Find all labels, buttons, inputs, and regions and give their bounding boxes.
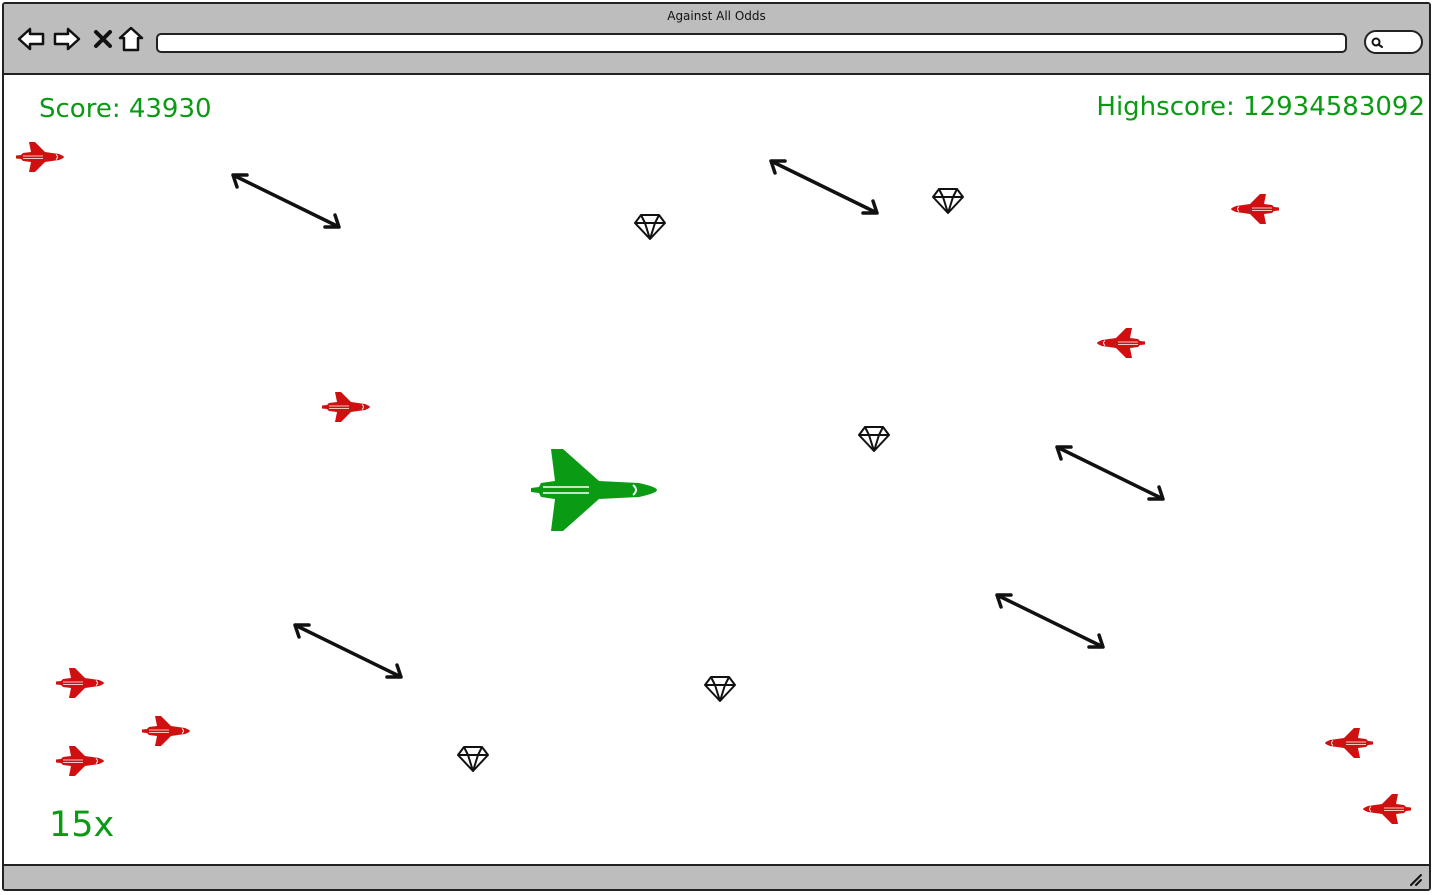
forward-button[interactable]: [52, 24, 82, 54]
browser-window: Against All Odds Score: 43930 Highscore:…: [2, 2, 1431, 891]
enemy-jet-icon: [56, 746, 104, 776]
multiplier-label: 15x: [49, 805, 115, 845]
resize-grip-icon[interactable]: [1407, 871, 1423, 887]
double-arrow-icon: [231, 173, 341, 229]
score-label: Score: 43930: [39, 94, 212, 124]
address-bar[interactable]: [156, 33, 1347, 53]
diamond-icon: [704, 676, 736, 702]
stop-button[interactable]: [88, 24, 118, 54]
enemy-jet-icon: [1097, 328, 1145, 358]
space-shuttle-icon: [531, 449, 657, 531]
highscore-label: Highscore: 12934583092: [1096, 92, 1425, 122]
double-arrow-icon: [995, 593, 1105, 649]
enemy-jet-icon: [322, 392, 370, 422]
enemy-jet-icon: [1363, 794, 1411, 824]
enemy-jet-icon: [56, 668, 104, 698]
search-icon: [1371, 37, 1383, 48]
double-arrow-icon: [769, 159, 879, 215]
enemy-jet-icon: [1325, 728, 1373, 758]
forward-arrow-icon: [53, 27, 81, 51]
home-button[interactable]: [116, 24, 146, 54]
status-bar: [4, 864, 1429, 889]
diamond-icon: [932, 188, 964, 214]
game-canvas[interactable]: Score: 43930 Highscore: 12934583092 15x: [4, 75, 1429, 868]
diamond-icon: [858, 426, 890, 452]
enemy-jet-icon: [16, 142, 64, 172]
back-arrow-icon: [17, 27, 45, 51]
back-button[interactable]: [16, 24, 46, 54]
enemy-jet-icon: [142, 716, 190, 746]
close-icon: [94, 30, 112, 48]
search-button[interactable]: [1364, 30, 1423, 54]
browser-toolbar: Against All Odds: [4, 4, 1429, 75]
enemy-jet-icon: [1231, 194, 1279, 224]
home-icon: [118, 26, 144, 52]
diamond-icon: [634, 214, 666, 240]
diamond-icon: [457, 746, 489, 772]
double-arrow-icon: [1055, 445, 1165, 501]
window-title: Against All Odds: [667, 9, 766, 23]
double-arrow-icon: [293, 623, 403, 679]
